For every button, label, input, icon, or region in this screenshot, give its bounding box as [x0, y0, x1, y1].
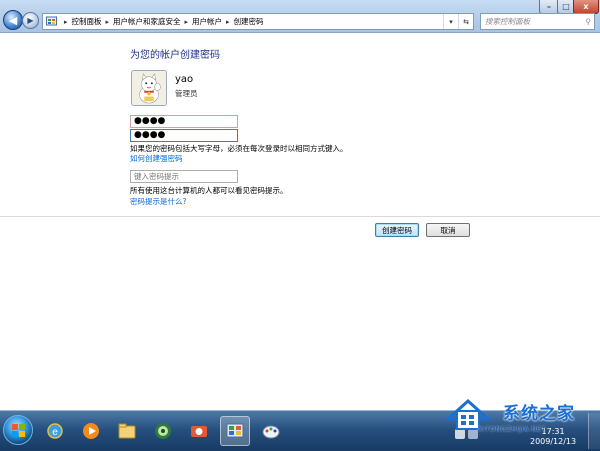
taskbar-camera[interactable] — [184, 416, 214, 446]
camera-icon — [191, 426, 207, 437]
what-is-hint-link[interactable]: 密码提示是什么? — [130, 196, 186, 207]
chevron-right-icon: ▸ — [226, 17, 230, 26]
taskbar-ie[interactable]: e — [40, 416, 70, 446]
main-content: 为您的帐户创建密码 yao 管理员 ●●●● ●●●● 如果您的密码包括大写字母… — [0, 33, 600, 410]
paint-icon — [262, 425, 280, 439]
taskbar-explorer[interactable] — [112, 416, 142, 446]
ie-icon: e — [47, 423, 63, 439]
taskbar-control-panel[interactable] — [220, 416, 250, 446]
cancel-button[interactable]: 取消 — [426, 223, 470, 237]
chevron-right-icon: ▸ — [64, 17, 68, 26]
taskbar-media-center[interactable] — [148, 416, 178, 446]
search-icon[interactable]: ⚲ — [586, 17, 592, 26]
close-button[interactable]: x — [573, 0, 599, 14]
breadcrumb-user-accounts-family[interactable]: 用户帐户和家庭安全 — [113, 16, 181, 27]
window-titlebar: – □ x ◀ ▶ ▸ 控制面板 ▸ 用户帐户和家庭安全 ▸ 用户帐户 ▸ 创建… — [0, 0, 600, 33]
forward-arrow-icon: ▶ — [27, 16, 34, 25]
back-button[interactable]: ◀ — [3, 10, 23, 30]
address-bar[interactable]: ▸ 控制面板 ▸ 用户帐户和家庭安全 ▸ 用户帐户 ▸ 创建密码 ▾ ⇆ — [42, 13, 474, 30]
chevron-right-icon: ▸ — [105, 17, 110, 26]
breadcrumb-create-password[interactable]: 创建密码 — [234, 16, 264, 27]
taskbar-media-player[interactable] — [76, 416, 106, 446]
refresh-icon[interactable]: ⇆ — [458, 14, 473, 29]
divider — [0, 216, 600, 217]
page-title: 为您的帐户创建密码 — [130, 50, 220, 61]
confirm-password-field[interactable]: ●●●● — [130, 129, 238, 142]
create-password-button[interactable]: 创建密码 — [375, 223, 419, 237]
user-name: yao — [175, 74, 194, 85]
password-hint-input[interactable]: 键入密码提示 — [130, 170, 238, 183]
dropdown-arrow-icon[interactable]: ▾ — [443, 14, 458, 29]
taskbar-paint[interactable] — [256, 416, 286, 446]
control-panel-icon — [226, 423, 244, 438]
lucky-cat-avatar-icon — [132, 71, 166, 105]
svg-text:e: e — [52, 427, 58, 438]
watermark-name: 系统之家 — [503, 404, 575, 424]
start-button[interactable] — [3, 415, 33, 445]
control-panel-icon — [46, 16, 57, 26]
watermark-url: XITONGZHIJIA.NET — [478, 425, 546, 433]
breadcrumb-control-panel[interactable]: 控制面板 — [72, 16, 102, 27]
media-player-icon — [83, 423, 99, 439]
breadcrumb: ▸ 控制面板 ▸ 用户帐户和家庭安全 ▸ 用户帐户 ▸ 创建密码 — [60, 16, 264, 27]
windows-logo-icon — [12, 424, 25, 437]
strong-password-link[interactable]: 如何创建强密码 — [130, 153, 183, 164]
media-center-icon — [155, 423, 171, 439]
search-input[interactable]: 搜索控制面板 ⚲ — [480, 13, 595, 30]
search-placeholder: 搜索控制面板 — [485, 17, 530, 26]
avatar — [131, 70, 167, 106]
back-arrow-icon: ◀ — [8, 13, 18, 27]
new-password-field[interactable]: ●●●● — [130, 115, 238, 128]
explorer-icon — [118, 423, 136, 439]
hint-visibility-note: 所有使用这台计算机的人都可以看见密码提示。 — [130, 186, 288, 195]
chevron-right-icon: ▸ — [184, 17, 189, 26]
forward-button[interactable]: ▶ — [22, 12, 39, 29]
clock-date: 2009/12/13 — [530, 437, 577, 446]
minimize-button[interactable]: – — [539, 0, 559, 14]
breadcrumb-user-accounts[interactable]: 用户帐户 — [192, 16, 222, 27]
user-role: 管理员 — [175, 89, 198, 98]
